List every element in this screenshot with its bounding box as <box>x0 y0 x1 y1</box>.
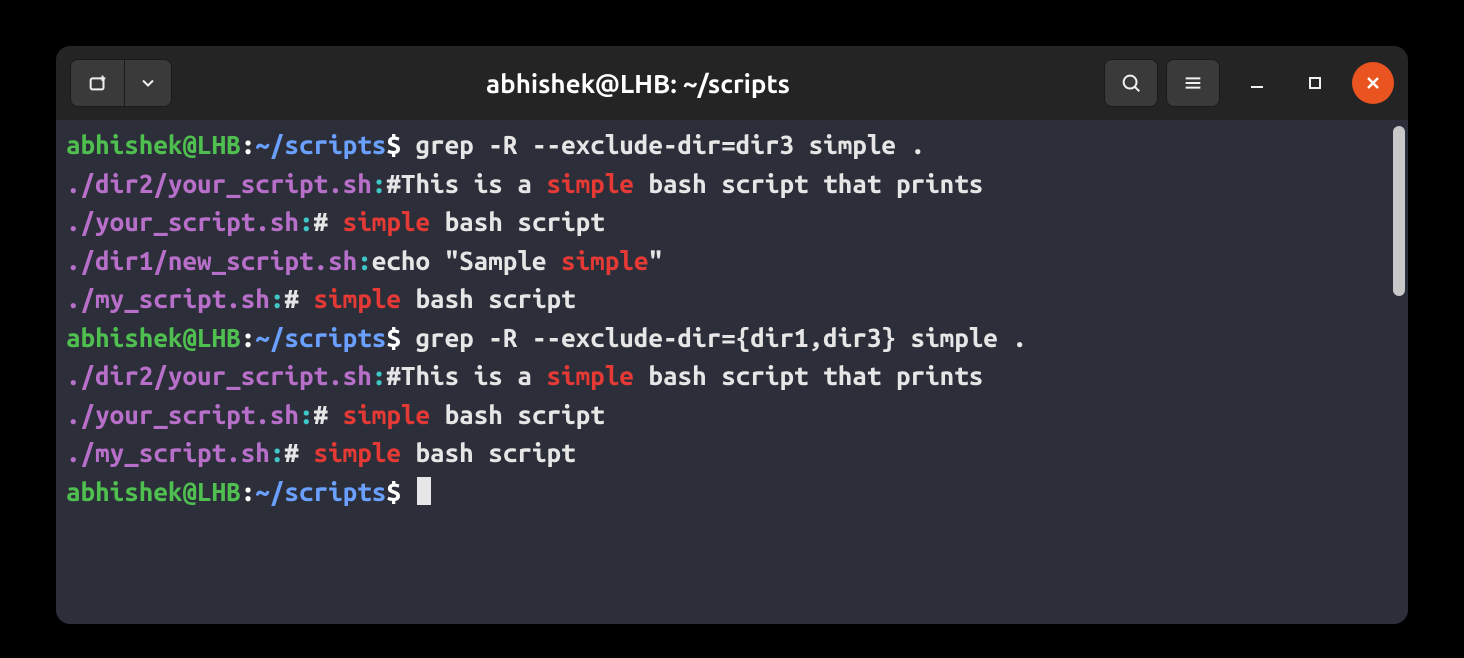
prompt-user-host: abhishek@LHB <box>66 323 241 352</box>
tab-buttons-group <box>70 59 172 107</box>
grep-result-line: ./dir2/your_script.sh:#This is a simple … <box>66 357 1398 396</box>
grep-match: simple <box>314 284 401 313</box>
grep-result-line: ./your_script.sh:# simple bash script <box>66 203 1398 242</box>
grep-result-line: ./my_script.sh:# simple bash script <box>66 280 1398 319</box>
tab-menu-button[interactable] <box>124 59 172 107</box>
terminal-window: abhishek@LHB: ~/scripts abhishek@LHB:~/s… <box>56 46 1408 624</box>
prompt-path: ~/scripts <box>255 323 386 352</box>
grep-result-line: ./my_script.sh:# simple bash script <box>66 434 1398 473</box>
prompt-line: abhishek@LHB:~/scripts$ grep -R --exclud… <box>66 319 1398 358</box>
grep-match: simple <box>314 438 401 467</box>
command-text: grep -R --exclude-dir={dir1,dir3} simple… <box>415 323 1027 352</box>
titlebar: abhishek@LHB: ~/scripts <box>56 46 1408 120</box>
scrollbar-thumb[interactable] <box>1393 126 1405 296</box>
prompt-user-host: abhishek@LHB <box>66 477 241 506</box>
grep-match: simple <box>547 169 634 198</box>
window-title: abhishek@LHB: ~/scripts <box>180 69 1096 98</box>
close-button[interactable] <box>1352 62 1394 104</box>
prompt-line: abhishek@LHB:~/scripts$ grep -R --exclud… <box>66 126 1398 165</box>
grep-file: ./my_script.sh <box>66 284 270 313</box>
minimize-icon <box>1249 75 1265 91</box>
search-button[interactable] <box>1104 59 1158 107</box>
maximize-icon <box>1308 76 1322 90</box>
grep-file: ./dir1/new_script.sh <box>66 246 357 275</box>
grep-match: simple <box>547 361 634 390</box>
command-text: grep -R --exclude-dir=dir3 simple . <box>415 130 925 159</box>
grep-file: ./your_script.sh <box>66 400 299 429</box>
grep-result-line: ./dir2/your_script.sh:#This is a simple … <box>66 165 1398 204</box>
prompt-path: ~/scripts <box>255 477 386 506</box>
new-tab-icon <box>87 72 109 94</box>
grep-match: simple <box>343 400 430 429</box>
new-tab-button[interactable] <box>70 59 124 107</box>
close-icon <box>1365 75 1381 91</box>
grep-file: ./dir2/your_script.sh <box>66 169 372 198</box>
cursor <box>417 477 431 505</box>
grep-match: simple <box>561 246 648 275</box>
search-icon <box>1120 72 1142 94</box>
prompt-path: ~/scripts <box>255 130 386 159</box>
grep-result-line: ./dir1/new_script.sh:echo "Sample simple… <box>66 242 1398 281</box>
grep-file: ./your_script.sh <box>66 207 299 236</box>
prompt-line: abhishek@LHB:~/scripts$ <box>66 473 1398 512</box>
grep-match: simple <box>343 207 430 236</box>
maximize-button[interactable] <box>1294 62 1336 104</box>
grep-file: ./dir2/your_script.sh <box>66 361 372 390</box>
chevron-down-icon <box>138 73 158 93</box>
minimize-button[interactable] <box>1236 62 1278 104</box>
hamburger-menu-button[interactable] <box>1166 59 1220 107</box>
terminal-output: abhishek@LHB:~/scripts$ grep -R --exclud… <box>66 126 1398 511</box>
grep-result-line: ./your_script.sh:# simple bash script <box>66 396 1398 435</box>
prompt-user-host: abhishek@LHB <box>66 130 241 159</box>
hamburger-icon <box>1182 72 1204 94</box>
terminal-body[interactable]: abhishek@LHB:~/scripts$ grep -R --exclud… <box>56 120 1408 624</box>
grep-file: ./my_script.sh <box>66 438 270 467</box>
